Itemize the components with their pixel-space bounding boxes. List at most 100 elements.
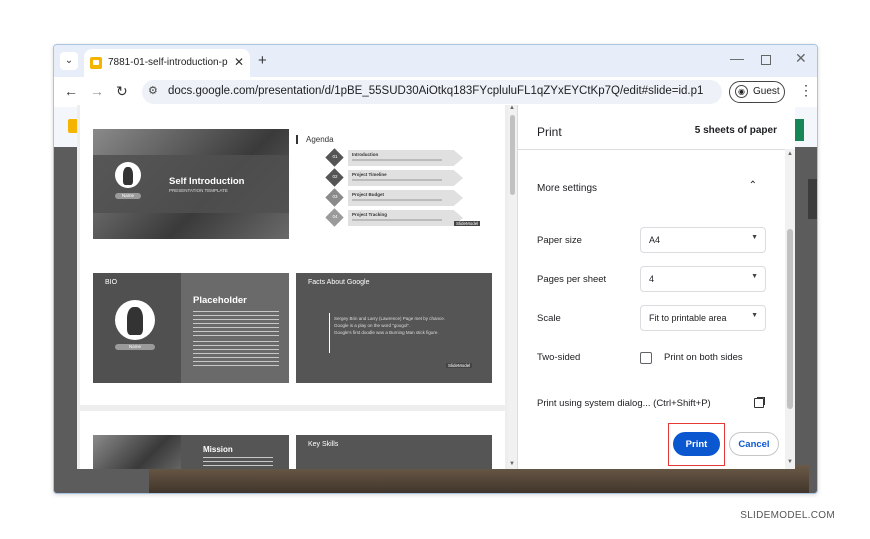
dialog-scrollbar[interactable]: ▲ ▼ <box>785 149 795 469</box>
paper-size-select[interactable]: A4 ▼ <box>640 227 766 253</box>
agenda-label: Introduction <box>352 152 379 157</box>
more-settings-label[interactable]: More settings <box>537 183 597 194</box>
slide-subtitle: PRESENTATION TEMPLATE <box>169 188 228 193</box>
agenda-number: 02 <box>332 174 338 179</box>
scale-select[interactable]: Fit to printable area ▼ <box>640 305 766 331</box>
chevron-up-icon[interactable]: ⌃ <box>749 180 757 191</box>
close-window-button[interactable]: ✕ <box>795 50 807 67</box>
agenda-item: 01 Introduction <box>325 148 468 167</box>
preview-page-2: Mission Key Skills <box>80 411 505 469</box>
paper-size-label: Paper size <box>537 235 582 246</box>
scroll-down-icon[interactable]: ▼ <box>509 461 515 467</box>
agenda-item: 04 Project Tracking <box>325 208 468 227</box>
pages-per-sheet-value: 4 <box>649 274 655 284</box>
preview-page-1: Name Self Introduction PRESENTATION TEMP… <box>80 105 505 405</box>
paper-size-value: A4 <box>649 235 661 245</box>
sheet-count: 5 sheets of paper <box>694 125 777 136</box>
divider-line <box>329 313 330 353</box>
forward-button[interactable]: → <box>90 83 104 99</box>
agenda-item: 02 Project Timeline <box>325 168 468 187</box>
tab-close-icon[interactable]: ✕ <box>234 55 244 69</box>
agenda-number: 04 <box>332 214 338 219</box>
tab-search-button[interactable]: ⌄ <box>60 52 78 70</box>
slidemodel-tag: SlideModel <box>454 221 481 226</box>
agenda-item: 03 Project Budget <box>325 188 468 207</box>
slide-thumbnail-1: Name Self Introduction PRESENTATION TEMP… <box>93 129 289 239</box>
slide-thumbnail-4: Facts About Google Sergey Brin and Larry… <box>296 273 492 383</box>
scale-label: Scale <box>537 313 561 324</box>
agenda-label: Project Tracking <box>352 212 388 217</box>
agenda-label: Project Budget <box>352 192 385 197</box>
agenda-description <box>352 179 442 181</box>
agenda-number: 01 <box>332 154 338 159</box>
agenda-title: Agenda <box>306 135 334 144</box>
slidemodel-tag: SlideModel <box>446 363 473 368</box>
system-dialog-link[interactable]: Print using system dialog... (Ctrl+Shift… <box>537 398 711 409</box>
slide-title: Placeholder <box>193 295 247 306</box>
agenda-number: 03 <box>332 194 338 199</box>
agenda-description <box>352 199 442 201</box>
slidemodel-watermark: SLIDEMODEL.COM <box>740 510 835 521</box>
browser-menu-icon[interactable]: ⋮ <box>799 82 813 99</box>
background-scrollbar <box>808 179 817 219</box>
slide-title: Self Introduction <box>169 176 245 187</box>
fact-text: Google's first doodle was a Burning Man … <box>334 330 439 335</box>
slide-thumbnail-2: Agenda 01 Introduction 02 Project Timeli… <box>296 129 492 239</box>
slide-title: Key Skills <box>308 441 339 448</box>
slide-thumbnail-5: Mission <box>93 435 289 469</box>
slides-favicon-icon <box>90 57 102 69</box>
slide-title: Mission <box>203 445 233 454</box>
caret-down-icon: ▼ <box>751 312 758 319</box>
slide-thumbnail-6: Key Skills <box>296 435 492 469</box>
scroll-down-icon[interactable]: ▼ <box>787 459 793 465</box>
scroll-up-icon[interactable]: ▲ <box>509 105 515 111</box>
body-text <box>193 341 279 367</box>
two-sided-option-label[interactable]: Print on both sides <box>664 352 743 363</box>
fact-text: Sergey Brin and Larry (Lawrence) Page me… <box>334 316 446 321</box>
preview-scrollbar[interactable]: ▲ ▼ <box>508 105 517 469</box>
pages-per-sheet-select[interactable]: 4 ▼ <box>640 266 766 292</box>
caret-down-icon: ▼ <box>751 273 758 280</box>
agenda-accent <box>296 135 298 144</box>
open-external-icon[interactable] <box>754 398 764 408</box>
pages-per-sheet-label: Pages per sheet <box>537 274 607 285</box>
body-text <box>203 457 273 469</box>
url-text: docs.google.com/presentation/d/1pBE_55SU… <box>168 85 704 97</box>
browser-toolbar: ← → ↻ ⚙ docs.google.com/presentation/d/1… <box>54 77 817 107</box>
slide-title: Facts About Google <box>308 279 370 286</box>
maximize-button[interactable] <box>761 55 771 65</box>
person-icon: ◉ <box>735 85 748 98</box>
browser-tab[interactable]: 7881-01-self-introduction-pow ✕ <box>84 49 250 77</box>
print-preview: Name Self Introduction PRESENTATION TEMP… <box>77 105 517 469</box>
print-button[interactable]: Print <box>673 432 720 456</box>
tab-title: 7881-01-self-introduction-pow <box>108 57 228 68</box>
guest-label: Guest <box>753 86 780 97</box>
dialog-title: Print <box>537 125 562 139</box>
avatar <box>115 300 155 340</box>
reload-button[interactable]: ↻ <box>116 83 128 100</box>
scroll-thumb[interactable] <box>510 115 515 195</box>
minimize-button[interactable]: — <box>730 50 744 66</box>
agenda-description <box>352 159 442 161</box>
print-dialog: Print 5 sheets of paper More settings ⌃ … <box>517 105 795 469</box>
agenda-label: Project Timeline <box>352 172 387 177</box>
office-photo <box>93 435 181 469</box>
back-button[interactable]: ← <box>64 83 78 99</box>
agenda-description <box>352 219 442 221</box>
cancel-button[interactable]: Cancel <box>729 432 779 456</box>
background-slide-image <box>149 465 809 493</box>
two-sided-checkbox[interactable] <box>640 352 652 364</box>
new-tab-button[interactable]: + <box>258 52 267 69</box>
address-bar[interactable]: ⚙ docs.google.com/presentation/d/1pBE_55… <box>142 80 722 104</box>
scroll-thumb[interactable] <box>787 229 793 409</box>
scroll-up-icon[interactable]: ▲ <box>787 151 793 157</box>
scale-value: Fit to printable area <box>649 313 727 323</box>
body-text <box>193 311 279 337</box>
guest-profile-button[interactable]: ◉ Guest <box>729 81 785 103</box>
bio-label: BIO <box>105 279 118 286</box>
site-settings-icon[interactable]: ⚙ <box>148 84 158 97</box>
slide-thumbnail-3: BIO Name Placeholder <box>93 273 289 383</box>
fact-text: Google is a play on the word "googol". <box>334 323 411 328</box>
two-sided-label: Two-sided <box>537 352 581 363</box>
tab-bar: ⌄ 7881-01-self-introduction-pow ✕ + — ✕ <box>54 45 817 77</box>
